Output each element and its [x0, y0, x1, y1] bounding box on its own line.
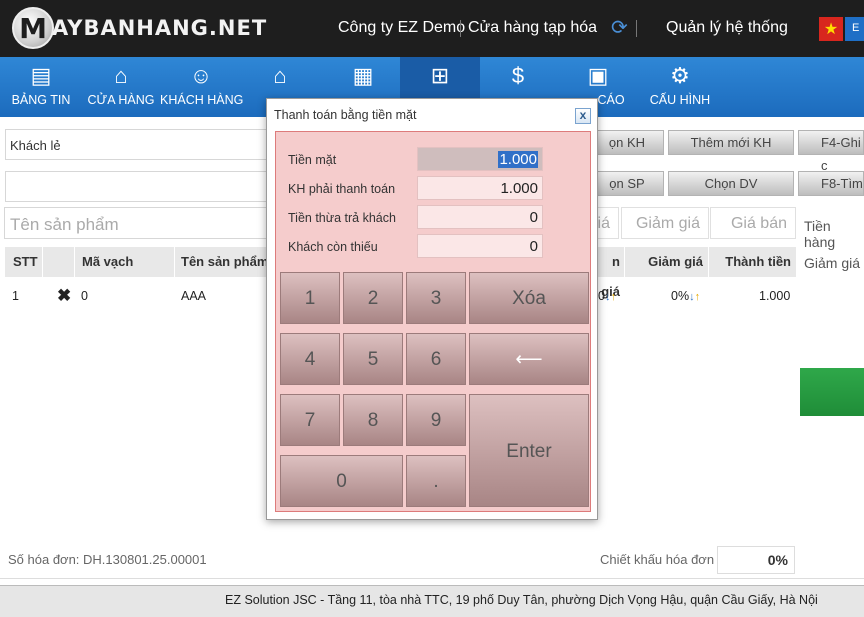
- key-8[interactable]: 8: [343, 394, 403, 446]
- close-icon[interactable]: x: [575, 108, 591, 124]
- clear-button[interactable]: Xóa: [469, 272, 589, 324]
- key-7[interactable]: 7: [280, 394, 340, 446]
- choose-service-button[interactable]: Chọn DV: [668, 171, 794, 196]
- invoice-discount-label: Chiết khấu hóa đơn: [600, 552, 715, 567]
- col-stt: STT: [5, 247, 43, 277]
- add-customer-button[interactable]: Thêm mới KH: [668, 130, 794, 155]
- invoice-number: Số hóa đơn: DH.130801.25.00001: [8, 552, 207, 567]
- product-name-input[interactable]: Tên sản phẩm: [4, 207, 279, 239]
- col-price: n giá: [595, 247, 625, 299]
- pay-button[interactable]: [800, 368, 864, 416]
- row-price[interactable]: 0↓↑: [598, 289, 616, 303]
- logo-text: AYBANHANG.NET: [52, 16, 268, 40]
- key-3[interactable]: 3: [406, 272, 466, 324]
- col-barcode: Mã vạch: [75, 247, 175, 277]
- key-4[interactable]: 4: [280, 333, 340, 385]
- store-name[interactable]: Cửa hàng tạp hóa: [468, 19, 597, 37]
- separator: [460, 20, 461, 37]
- logo[interactable]: M AYBANHANG.NET: [12, 7, 267, 49]
- nav-settings[interactable]: ⚙ CẤU HÌNH: [646, 57, 714, 117]
- home-icon: ⌂: [273, 63, 287, 88]
- pos-screen: M AYBANHANG.NET Công ty EZ Demo Cửa hàng…: [0, 0, 864, 617]
- cash-payment-dialog: Thanh toán bằng tiền mặt x Tiền mặt 1.00…: [266, 98, 598, 520]
- settings-icon: ⚙: [670, 63, 690, 88]
- key-0[interactable]: 0: [280, 455, 403, 507]
- change-field: 0: [417, 205, 543, 229]
- row-stt: 1: [12, 289, 19, 303]
- divider: [0, 578, 864, 579]
- backspace-icon[interactable]: ⟵: [469, 333, 589, 385]
- change-label: Tiền thừa trả khách: [288, 211, 396, 225]
- nav-customers[interactable]: ☺ KHÁCH HÀNG: [160, 57, 243, 117]
- row-discount[interactable]: 0%↓↑: [671, 289, 700, 303]
- logo-emblem: M: [12, 7, 54, 49]
- report-icon: ▣: [587, 63, 609, 88]
- search-input[interactable]: [5, 171, 280, 202]
- goods-total-label: Tiền hàng: [804, 218, 836, 250]
- key-6[interactable]: 6: [406, 333, 466, 385]
- adjust-arrows-icon[interactable]: ↓↑: [605, 291, 616, 303]
- key-9[interactable]: 9: [406, 394, 466, 446]
- money-icon: ▦: [352, 63, 374, 88]
- nav-store[interactable]: ⌂ CỬA HÀNG: [84, 57, 158, 117]
- store-icon: ⌂: [114, 63, 128, 88]
- sale-price-input[interactable]: Giá bán: [710, 207, 796, 239]
- admin-link[interactable]: Quản lý hệ thống: [666, 19, 788, 37]
- invoice-discount-input[interactable]: 0%: [717, 546, 795, 574]
- f4-save-button[interactable]: F4-Ghi c: [798, 130, 864, 173]
- key-1[interactable]: 1: [280, 272, 340, 324]
- customers-icon: ☺: [189, 63, 213, 88]
- footer: EZ Solution JSC - Tầng 11, tòa nhà TTC, …: [0, 585, 864, 617]
- col-name: Tên sản phẩm: [175, 247, 275, 277]
- enter-button[interactable]: Enter: [469, 394, 589, 507]
- row-total: 1.000: [759, 289, 791, 303]
- language-button[interactable]: E: [845, 17, 864, 41]
- dashboard-icon: ▤: [30, 63, 52, 88]
- key-dot[interactable]: .: [406, 455, 466, 507]
- amount-due-label: KH phải thanh toán: [288, 182, 396, 196]
- col-action: [43, 247, 75, 277]
- side-discount-label: Giảm giá: [804, 255, 861, 271]
- row-name: AAA: [181, 289, 207, 303]
- company-name[interactable]: Công ty EZ Demo: [338, 19, 465, 37]
- adjust-arrows-icon[interactable]: ↓↑: [689, 291, 700, 303]
- dialog-body: Tiền mặt 1.000 KH phải thanh toán 1.000 …: [275, 131, 591, 512]
- nav-dashboard[interactable]: ▤ BẢNG TIN: [6, 57, 76, 117]
- delete-icon[interactable]: ✖: [57, 286, 71, 306]
- remaining-field: 0: [417, 234, 543, 258]
- cash-label: Tiền mặt: [288, 153, 337, 167]
- amount-due-field: 1.000: [417, 176, 543, 200]
- key-5[interactable]: 5: [343, 333, 403, 385]
- vietnam-flag-icon[interactable]: ★: [819, 17, 843, 41]
- discount-input[interactable]: Giảm giá: [621, 207, 709, 239]
- f8-search-button[interactable]: F8-Tìm: [798, 171, 864, 196]
- col-total: Thành tiền: [725, 254, 791, 269]
- top-bar: M AYBANHANG.NET Công ty EZ Demo Cửa hàng…: [0, 0, 864, 57]
- sync-icon[interactable]: ⟳: [611, 18, 628, 38]
- col-discount: Giảm giá: [625, 247, 709, 277]
- cash-input[interactable]: 1.000: [417, 147, 543, 171]
- dollar-doc-icon: $: [511, 63, 525, 88]
- row-barcode: 0: [81, 289, 88, 303]
- separator: [636, 20, 637, 37]
- remaining-label: Khách còn thiếu: [288, 240, 378, 254]
- key-2[interactable]: 2: [343, 272, 403, 324]
- cart-icon: ⊞: [430, 63, 450, 88]
- dialog-title: Thanh toán bằng tiền mặt: [274, 108, 417, 122]
- customer-input[interactable]: Khách lẻ: [5, 129, 280, 160]
